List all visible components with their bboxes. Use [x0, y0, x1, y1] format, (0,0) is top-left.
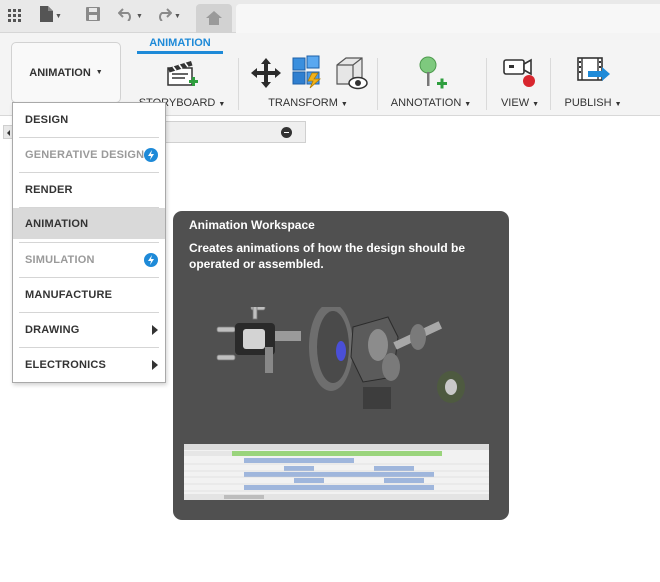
chevron-down-icon: ▼	[55, 12, 62, 20]
chevron-down-icon: ▼	[95, 69, 103, 76]
file-menu-button[interactable]: ▼	[40, 5, 62, 27]
show-hide-button[interactable]	[332, 55, 368, 96]
menu-item-simulation[interactable]: SIMULATION	[13, 243, 165, 277]
menu-item-label: GENERATIVE DESIGN	[25, 149, 145, 161]
undo-button[interactable]: ▼	[117, 6, 143, 26]
new-storyboard-button[interactable]	[165, 58, 199, 92]
home-icon	[206, 11, 222, 30]
chevron-right-icon	[152, 325, 158, 335]
workspace-label: ANIMATION	[29, 66, 91, 79]
chevron-down-icon: ▼	[174, 12, 181, 20]
redo-button[interactable]: ▼	[156, 6, 181, 26]
chevron-down-icon: ▼	[218, 101, 226, 108]
pushpin-add-icon	[413, 55, 449, 96]
lightning-badge-icon	[144, 148, 158, 162]
redo-icon	[156, 7, 173, 26]
document-icon	[40, 5, 53, 27]
menu-item-label: DRAWING	[25, 324, 80, 336]
menu-item-manufacture[interactable]: MANUFACTURE	[13, 278, 165, 312]
view-group-button[interactable]: VIEW ▼	[495, 97, 545, 109]
workspace-switcher-button[interactable]: ANIMATION ▼	[11, 42, 121, 103]
chevron-down-icon: ▼	[614, 101, 622, 108]
browser-panel-header	[156, 121, 306, 143]
transform-group-button[interactable]: TRANSFORM ▼	[258, 97, 358, 109]
toolbar-divider	[377, 58, 378, 110]
group-label-annotation: ANNOTATION	[390, 97, 462, 109]
active-tab-indicator	[137, 51, 223, 54]
grid-icon[interactable]	[8, 6, 22, 26]
group-label-transform: TRANSFORM	[268, 97, 338, 109]
menu-item-design[interactable]: DESIGN	[13, 103, 165, 137]
menu-item-render[interactable]: RENDER	[13, 173, 165, 207]
toolbar-divider	[550, 58, 551, 110]
floppy-disk-icon	[86, 6, 100, 26]
quick-access-toolbar: ▼ ▼ ▼	[0, 0, 660, 33]
film-export-icon	[574, 55, 612, 96]
workspace-tooltip: Animation Workspace Creates animations o…	[173, 211, 509, 520]
annotation-group-button[interactable]: ANNOTATION ▼	[385, 97, 477, 109]
workspace-menu: DESIGN GENERATIVE DESIGN RENDER ANIMATIO…	[12, 102, 166, 383]
chevron-down-icon: ▼	[136, 12, 143, 20]
auto-explode-icon	[290, 55, 324, 94]
menu-item-drawing[interactable]: DRAWING	[13, 313, 165, 347]
toolbar-divider	[486, 58, 487, 110]
menu-item-label: RENDER	[25, 184, 73, 196]
auto-explode-button[interactable]	[290, 55, 324, 94]
exploded-assembly-image	[216, 307, 465, 409]
tooltip-description: Creates animations of how the design sho…	[189, 241, 466, 271]
menu-item-label: ANIMATION	[25, 217, 89, 230]
publish-video-button[interactable]	[574, 55, 612, 96]
move-arrows-icon	[249, 56, 283, 95]
menu-item-label: DESIGN	[25, 114, 69, 126]
menu-item-label: MANUFACTURE	[25, 289, 113, 301]
home-tab[interactable]	[196, 4, 232, 33]
camera-record-icon	[502, 55, 538, 96]
transform-components-button[interactable]	[249, 56, 283, 95]
clapperboard-add-icon	[165, 56, 199, 95]
annotation-callout-button[interactable]	[413, 55, 449, 96]
record-view-button[interactable]	[502, 57, 538, 93]
document-tab[interactable]	[236, 4, 660, 33]
animation-timeline-image	[184, 444, 489, 500]
show-hide-cube-icon	[332, 55, 368, 96]
tab-animation[interactable]: ANIMATION	[137, 37, 223, 49]
chevron-down-icon: ▼	[532, 101, 540, 108]
menu-item-generative-design[interactable]: GENERATIVE DESIGN	[13, 138, 165, 172]
menu-item-animation[interactable]: ANIMATION	[13, 208, 165, 239]
tooltip-title: Animation Workspace	[189, 218, 315, 232]
chevron-right-icon	[152, 360, 158, 370]
chevron-down-icon: ▼	[464, 101, 472, 108]
toolbar-divider	[238, 58, 239, 110]
group-label-publish: PUBLISH	[564, 97, 612, 109]
menu-item-label: SIMULATION	[25, 254, 95, 266]
collapse-icon[interactable]	[281, 127, 292, 138]
lightning-badge-icon	[144, 253, 158, 267]
group-label-view: VIEW	[500, 97, 530, 109]
menu-item-electronics[interactable]: ELECTRONICS	[13, 348, 165, 382]
menu-item-label: ELECTRONICS	[25, 359, 107, 371]
save-button[interactable]	[86, 6, 100, 26]
publish-group-button[interactable]: PUBLISH ▼	[558, 97, 628, 109]
chevron-down-icon: ▼	[340, 101, 348, 108]
undo-icon	[117, 7, 134, 26]
